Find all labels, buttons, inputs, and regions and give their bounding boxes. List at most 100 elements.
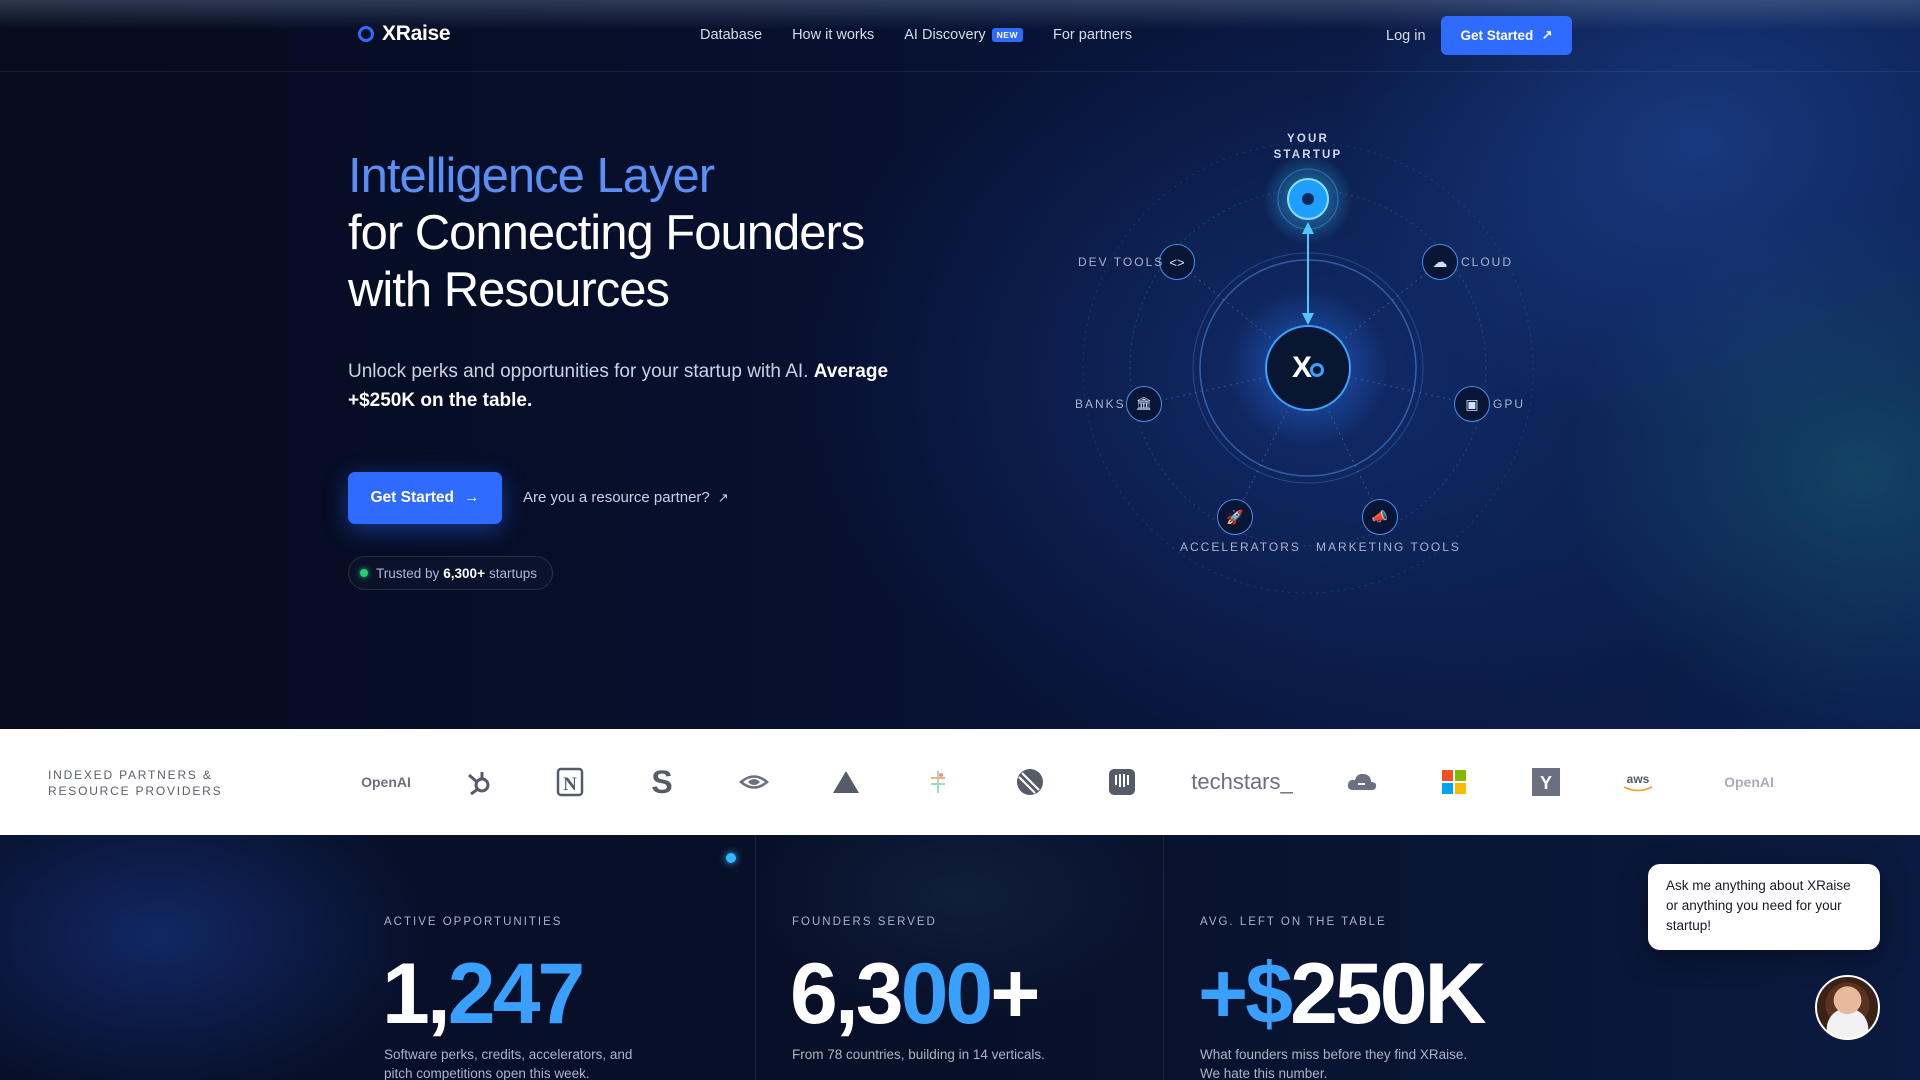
- hero-title: Intelligence Layer for Connecting Founde…: [348, 148, 865, 319]
- openai-logo-repeat: OpenAI: [1684, 774, 1814, 790]
- stat-desc-table: What founders miss before they find XRai…: [1200, 1047, 1468, 1080]
- openai-logo: OpenAI: [340, 774, 432, 790]
- top-nav: XRaise Database How it works AI Discover…: [0, 0, 1920, 72]
- gpu-node: ▣: [1454, 386, 1490, 422]
- arrow-right-icon: →: [464, 489, 480, 506]
- stat-desc-founders: From 78 countries, building in 14 vertic…: [792, 1047, 1045, 1062]
- ecosystem-diagram: X YOUR STARTUP <> DEV TOOLS ☁ CLOUD 🏛 BA…: [1040, 110, 1580, 620]
- cloud-label: CLOUD: [1461, 255, 1514, 269]
- trusted-badge: Trusted by 6,300+ startups: [348, 556, 553, 590]
- stat-value-part: 6,3: [790, 946, 904, 1042]
- arrow-up-right-icon: ↗: [1541, 27, 1553, 43]
- nav-links: Database How it works AI Discovery NEW F…: [700, 27, 1132, 43]
- hero-title-accent: Intelligence Layer: [348, 149, 715, 203]
- stat-label-founders: FOUNDERS SERVED: [792, 916, 937, 928]
- svg-text:Y: Y: [1540, 773, 1552, 793]
- partners-title-line1: INDEXED PARTNERS &: [48, 768, 213, 782]
- login-link[interactable]: Log in: [1386, 28, 1426, 44]
- aws-logo: aws: [1592, 772, 1684, 792]
- rocket-icon: 🚀: [1226, 508, 1244, 525]
- hero-section: X YOUR STARTUP <> DEV TOOLS ☁ CLOUD 🏛 BA…: [0, 0, 1920, 729]
- nav-link-ai-discovery[interactable]: AI Discovery NEW: [904, 27, 1023, 43]
- hero-get-started-button[interactable]: Get Started →: [348, 472, 502, 524]
- svg-text:N: N: [563, 774, 577, 795]
- stripe-icon: S: [651, 763, 673, 800]
- stat-value-table: +$250K: [1198, 946, 1487, 1042]
- gpu-label: GPU: [1493, 397, 1526, 411]
- chat-bubble[interactable]: Ask me anything about XRaise or anything…: [1648, 864, 1880, 950]
- brand-logo[interactable]: XRaise: [358, 22, 451, 46]
- nav-link-how-it-works[interactable]: How it works: [792, 27, 874, 43]
- your-startup-label: YOUR STARTUP: [1268, 131, 1348, 163]
- stat-value-part-blue: 247: [447, 946, 585, 1042]
- stat-value-opportunities: 1,247: [382, 946, 585, 1042]
- resource-partner-link[interactable]: Are you a resource partner? ↗: [523, 489, 729, 506]
- stat-value-part-blue: 00: [900, 946, 994, 1042]
- stat-value-founders: 6,300+: [790, 946, 1040, 1042]
- nav-get-started-label: Get Started: [1460, 28, 1534, 43]
- megaphone-icon: 📣: [1371, 509, 1389, 524]
- resource-partner-label: Are you a resource partner?: [523, 489, 710, 506]
- stat-value-part: 250K: [1290, 946, 1487, 1042]
- brand-name: XRaise: [382, 22, 451, 45]
- cloud-icon: ☁: [1432, 254, 1448, 271]
- accelerators-node: 🚀: [1217, 499, 1253, 535]
- intercom-icon: [1076, 768, 1168, 796]
- vercel-icon: [800, 769, 892, 795]
- partner-logos: OpenAI N S techstars_ Y aws OpenAI: [340, 729, 1814, 835]
- nav-link-for-partners[interactable]: For partners: [1053, 27, 1132, 43]
- hero-title-line2: for Connecting Founders: [348, 206, 865, 260]
- stats-divider: [1163, 835, 1164, 1080]
- center-x-letter: X: [1291, 351, 1312, 384]
- nav-link-ai-discovery-label: AI Discovery: [904, 27, 986, 43]
- stats-divider: [755, 835, 756, 1080]
- stat-value-part-blue: +$: [1198, 946, 1293, 1042]
- chat-avatar[interactable]: [1815, 975, 1880, 1040]
- banks-node: 🏛: [1126, 386, 1162, 422]
- linear-icon: [984, 767, 1076, 797]
- stat-value-part: +: [990, 946, 1040, 1042]
- center-ring-icon: [1310, 363, 1324, 377]
- stat-desc-opportunities: Software perks, credits, accelerators, a…: [384, 1047, 633, 1080]
- aws-smile-icon: [1623, 786, 1653, 792]
- figma-icon: [892, 771, 984, 793]
- partners-title: INDEXED PARTNERS & RESOURCE PROVIDERS: [48, 767, 222, 799]
- nav-get-started-button[interactable]: Get Started ↗: [1441, 16, 1572, 55]
- stat-value-part: 1,: [382, 946, 451, 1042]
- stat-label-table: AVG. LEFT ON THE TABLE: [1200, 916, 1387, 928]
- accelerators-label: ACCELERATORS: [1180, 540, 1301, 554]
- your-label: YOUR: [1286, 133, 1330, 145]
- hero-subtitle-plain: Unlock perks and opportunities for your …: [348, 361, 809, 382]
- openai-text: OpenAI: [361, 774, 411, 790]
- marketing-node: 📣: [1362, 499, 1398, 535]
- chip-icon: ▣: [1465, 395, 1479, 412]
- partners-strip: INDEXED PARTNERS & RESOURCE PROVIDERS Op…: [0, 729, 1920, 835]
- trusted-count: 6,300+: [443, 565, 485, 581]
- aws-text: aws: [1626, 772, 1650, 786]
- techstars-text: techstars_: [1191, 769, 1293, 794]
- hubspot-icon: [432, 767, 524, 797]
- nav-link-database[interactable]: Database: [700, 27, 762, 43]
- nvidia-icon: [708, 771, 800, 793]
- cloudflare-icon: [1316, 770, 1408, 794]
- microsoft-icon: [1408, 770, 1500, 794]
- status-dot-icon: [360, 569, 368, 577]
- hero-subtitle: Unlock perks and opportunities for your …: [348, 357, 928, 415]
- logo-ring-icon: [358, 26, 374, 42]
- stats-section: ACTIVE OPPORTUNITIES 1,247 Software perk…: [0, 835, 1920, 1080]
- openai-text-repeat: OpenAI: [1724, 774, 1774, 790]
- banks-label: BANKS: [1075, 397, 1126, 411]
- marketing-label: MARKETING TOOLS: [1316, 540, 1461, 554]
- code-icon: <>: [1169, 254, 1185, 270]
- hero-title-line3: with Resources: [348, 263, 670, 317]
- trusted-suffix: startups: [488, 565, 537, 581]
- startup-label: STARTUP: [1273, 149, 1343, 161]
- chat-message: Ask me anything about XRaise or anything…: [1666, 878, 1851, 933]
- arrow-up-right-icon: ↗: [717, 489, 729, 505]
- bank-icon: 🏛: [1135, 396, 1153, 411]
- partners-title-line2: RESOURCE PROVIDERS: [48, 784, 223, 798]
- dev-tools-node: <>: [1159, 244, 1195, 280]
- hero-get-started-label: Get Started: [370, 489, 455, 506]
- new-badge: NEW: [991, 28, 1023, 42]
- cloud-node: ☁: [1422, 244, 1458, 280]
